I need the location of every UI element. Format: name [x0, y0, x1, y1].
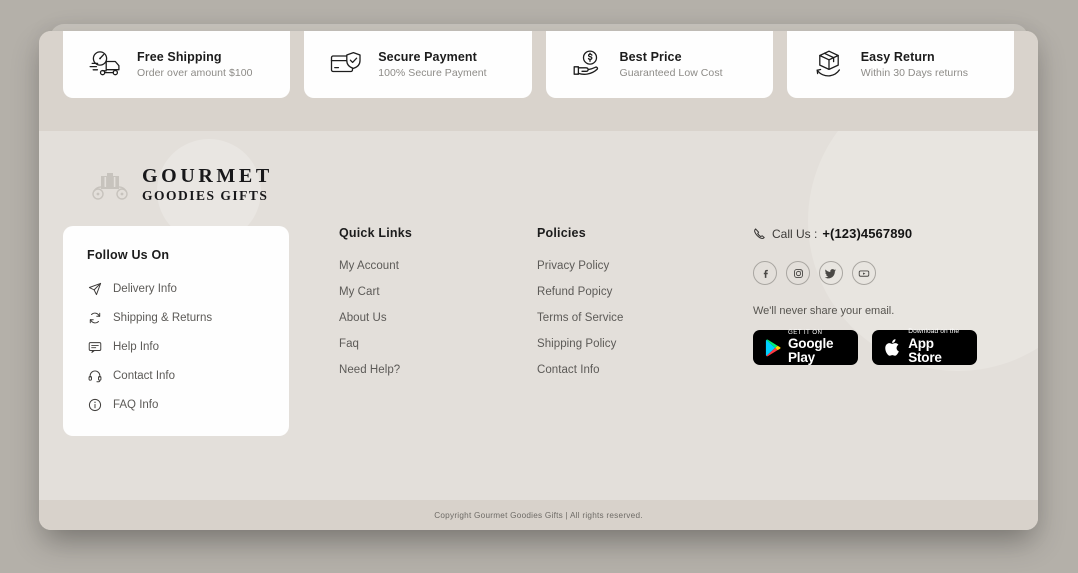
copyright-text: Copyright Gourmet Goodies Gifts | All ri… — [434, 510, 643, 520]
page-stack: Free Shipping Order over amount $100 Sec… — [0, 0, 1078, 573]
quick-link-about-us[interactable]: About Us — [339, 312, 529, 324]
footer-columns: Follow Us On Delivery Info Shipping & Re… — [63, 226, 1014, 436]
feature-title: Free Shipping — [137, 49, 222, 64]
quick-links-column: Quick Links My Account My Cart About Us … — [289, 226, 529, 436]
google-play-big-text: Google Play — [788, 336, 834, 366]
social-links-row — [753, 261, 1011, 285]
quick-link-need-help[interactable]: Need Help? — [339, 364, 529, 376]
footer-panel: Free Shipping Order over amount $100 Sec… — [39, 31, 1038, 530]
contact-column: Call Us : +(123)4567890 We'll never shar… — [751, 226, 1011, 436]
feature-card-free-shipping[interactable]: Free Shipping Order over amount $100 — [63, 31, 291, 98]
quick-link-faq[interactable]: Faq — [339, 338, 529, 350]
feature-subtitle: 100% Secure Payment — [378, 66, 487, 79]
policy-link-contact-info[interactable]: Contact Info — [537, 364, 751, 376]
policy-link-terms-of-service[interactable]: Terms of Service — [537, 312, 751, 324]
feature-card-easy-return[interactable]: Easy Return Within 30 Days returns — [786, 31, 1014, 98]
feature-text: Easy Return Within 30 Days returns — [861, 50, 968, 79]
features-band: Free Shipping Order over amount $100 Sec… — [39, 31, 1038, 131]
policy-link-privacy-policy[interactable]: Privacy Policy — [537, 260, 751, 272]
policy-link-shipping-policy[interactable]: Shipping Policy — [537, 338, 751, 350]
quick-link-my-cart[interactable]: My Cart — [339, 286, 529, 298]
google-play-button[interactable]: GET IT ON Google Play — [753, 329, 858, 366]
brand-logo[interactable]: GOURMET GOODIES GIFTS — [63, 131, 1014, 204]
headset-icon — [87, 368, 102, 383]
follow-item-label: Help Info — [113, 340, 160, 353]
features-row: Free Shipping Order over amount $100 Sec… — [63, 31, 1014, 131]
call-us-label: Call Us : — [772, 226, 818, 241]
follow-us-title: Follow Us On — [87, 248, 170, 262]
policies-list: Privacy Policy Refund Popicy Terms of Se… — [537, 260, 751, 376]
app-store-big-text: App Store — [908, 336, 942, 366]
feature-text: Free Shipping Order over amount $100 — [137, 50, 253, 79]
brand-line-secondary: GOODIES GIFTS — [142, 187, 269, 203]
policy-link-refund-policy[interactable]: Refund Popicy — [537, 286, 751, 298]
follow-item-label: Contact Info — [113, 369, 176, 382]
footer-body: GOURMET GOODIES GIFTS Follow Us On Deliv… — [39, 131, 1038, 500]
share-note: We'll never share your email. — [753, 305, 895, 317]
follow-item-help-info[interactable]: Help Info — [87, 339, 269, 354]
paper-plane-icon — [87, 281, 102, 296]
call-us-row[interactable]: Call Us : +(123)4567890 — [753, 226, 1011, 241]
box-return-icon — [809, 44, 849, 84]
twitter-icon[interactable] — [819, 261, 843, 285]
follow-item-faq-info[interactable]: FAQ Info — [87, 397, 269, 412]
apple-icon — [884, 337, 901, 358]
feature-title: Best Price — [619, 49, 682, 64]
app-store-small-text: Download on the — [908, 328, 960, 336]
delivery-truck-icon — [85, 44, 125, 84]
feature-text: Secure Payment 100% Secure Payment — [378, 50, 486, 79]
app-store-button[interactable]: Download on the App Store — [872, 328, 977, 366]
copyright-bar: Copyright Gourmet Goodies Gifts | All ri… — [39, 500, 1038, 530]
quick-links-title: Quick Links — [339, 226, 413, 240]
google-play-icon — [765, 337, 781, 358]
quick-links-list: My Account My Cart About Us Faq Need Hel… — [339, 260, 529, 376]
feature-subtitle: Guaranteed Low Cost — [619, 66, 723, 79]
credit-card-shield-icon — [326, 44, 366, 84]
follow-item-label: FAQ Info — [113, 398, 159, 411]
info-circle-icon — [87, 397, 102, 412]
brand-line-primary: GOURMET — [142, 164, 273, 187]
carriage-icon — [88, 164, 132, 204]
feature-subtitle: Order over amount $100 — [137, 66, 253, 79]
follow-item-label: Shipping & Returns — [113, 311, 213, 324]
follow-item-label: Delivery Info — [113, 282, 177, 295]
feature-title: Secure Payment — [378, 49, 477, 64]
feature-subtitle: Within 30 Days returns — [860, 66, 969, 79]
app-store-buttons: GET IT ON Google Play Download on the Ap… — [753, 328, 1011, 366]
phone-icon — [753, 227, 767, 241]
hand-dollar-icon — [568, 44, 608, 84]
policies-title: Policies — [537, 226, 586, 240]
follow-us-list: Delivery Info Shipping & Returns Help In… — [87, 281, 269, 412]
feature-card-best-price[interactable]: Best Price Guaranteed Low Cost — [545, 31, 773, 98]
feature-text: Best Price Guaranteed Low Cost — [620, 50, 723, 79]
policies-column: Policies Privacy Policy Refund Popicy Te… — [529, 226, 751, 436]
footer-content: GOURMET GOODIES GIFTS Follow Us On Deliv… — [39, 131, 1038, 436]
follow-item-contact-info[interactable]: Contact Info — [87, 368, 269, 383]
youtube-icon[interactable] — [852, 261, 876, 285]
chat-bubble-icon — [87, 339, 102, 354]
app-store-label: Download on the App Store — [908, 328, 965, 366]
follow-us-card: Follow Us On Delivery Info Shipping & Re… — [63, 226, 289, 436]
phone-number: +(123)4567890 — [822, 226, 913, 241]
google-play-label: GET IT ON Google Play — [788, 329, 846, 366]
facebook-icon[interactable] — [753, 261, 777, 285]
instagram-icon[interactable] — [786, 261, 810, 285]
return-arrows-icon — [87, 310, 102, 325]
follow-item-delivery-info[interactable]: Delivery Info — [87, 281, 269, 296]
feature-card-secure-payment[interactable]: Secure Payment 100% Secure Payment — [304, 31, 532, 98]
follow-item-shipping-returns[interactable]: Shipping & Returns — [87, 310, 269, 325]
brand-wordmark: GOURMET GOODIES GIFTS — [142, 166, 273, 203]
feature-title: Easy Return — [860, 49, 935, 64]
quick-link-my-account[interactable]: My Account — [339, 260, 529, 272]
